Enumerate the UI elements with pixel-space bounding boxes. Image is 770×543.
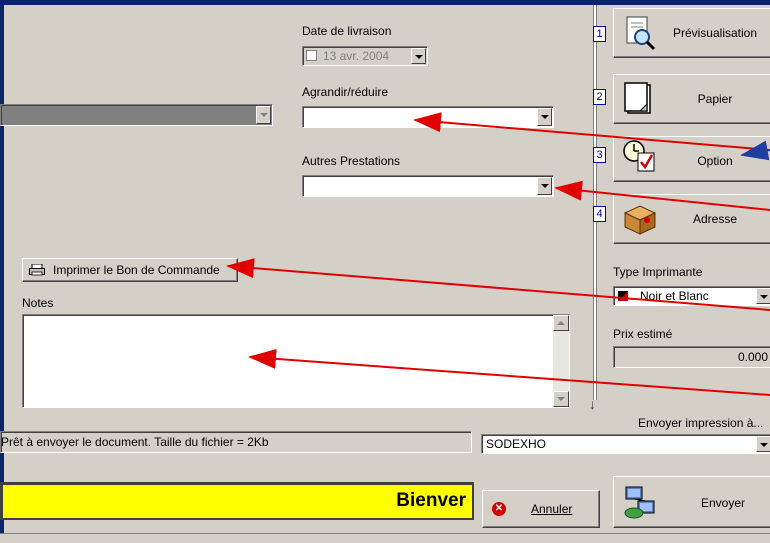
left-disabled-combo <box>0 104 273 126</box>
printer-type-value: Noir et Blanc <box>640 289 709 303</box>
preview-button[interactable]: Prévisualisation <box>613 8 770 58</box>
notes-textarea[interactable] <box>22 314 570 408</box>
option-button[interactable]: Option <box>613 136 770 182</box>
status-text: Prêt à envoyer le document. Taille du fi… <box>1 435 269 449</box>
send-label: Envoyer <box>700 496 746 510</box>
scroll-up-icon[interactable] <box>553 315 569 331</box>
step-badge-2: 2 <box>593 89 606 105</box>
address-button[interactable]: Adresse <box>613 194 770 244</box>
autres-prestations-combo[interactable] <box>302 175 554 197</box>
address-label: Adresse <box>692 212 738 226</box>
network-computers-icon <box>624 486 655 519</box>
send-to-value: SODEXHO <box>486 437 547 451</box>
welcome-banner: Bienver <box>0 482 474 520</box>
preview-label: Prévisualisation <box>672 26 758 40</box>
chevron-down-icon[interactable] <box>537 177 552 195</box>
delivery-date-picker[interactable]: 13 avr. 2004 <box>302 46 428 66</box>
send-to-label: Envoyer impression à... <box>638 416 764 430</box>
price-label: Prix estimé <box>613 327 673 341</box>
send-to-combo[interactable]: SODEXHO <box>481 434 770 454</box>
printer-type-select[interactable]: Noir et Blanc <box>613 286 770 306</box>
paper-button[interactable]: Papier <box>613 74 770 124</box>
paper-sheet-icon <box>624 82 651 114</box>
color-mode-icon <box>618 291 628 301</box>
cancel-button[interactable]: ✕ Annuler <box>482 490 600 528</box>
notes-label: Notes <box>22 296 54 310</box>
step-badge-4: 4 <box>593 206 606 222</box>
agrandir-label: Agrandir/réduire <box>302 85 389 99</box>
close-icon: ✕ <box>492 502 506 516</box>
welcome-text: Bienver <box>396 490 466 511</box>
window-bottom-edge <box>0 533 770 543</box>
agrandir-combo[interactable] <box>302 106 554 128</box>
date-value: 13 avr. 2004 <box>323 49 390 63</box>
printer-icon <box>29 264 45 276</box>
price-value: 0.000 <box>737 350 768 364</box>
splitter-arrow-icon: ↓ <box>589 396 596 412</box>
price-field: 0.000 <box>613 346 770 368</box>
chevron-down-icon[interactable] <box>756 288 770 304</box>
print-order-button[interactable]: Imprimer le Bon de Commande <box>22 258 238 282</box>
chevron-down-icon <box>256 106 271 124</box>
printer-type-label: Type Imprimante <box>613 265 703 279</box>
send-button[interactable]: Envoyer <box>613 476 770 528</box>
chevron-down-icon[interactable] <box>756 436 770 452</box>
chevron-down-icon[interactable] <box>411 48 426 64</box>
status-bar: Prêt à envoyer le document. Taille du fi… <box>0 431 472 453</box>
autres-label: Autres Prestations <box>302 154 401 168</box>
chevron-down-icon[interactable] <box>537 108 552 126</box>
notes-scrollbar[interactable] <box>553 315 569 407</box>
step-badge-3: 3 <box>593 147 606 163</box>
option-label: Option <box>697 154 733 168</box>
date-label: Date de livraison <box>302 24 392 38</box>
clock-check-icon <box>623 140 655 172</box>
date-checkbox[interactable] <box>306 50 317 61</box>
paper-label: Papier <box>697 92 733 106</box>
package-icon <box>623 205 657 235</box>
window-top-border <box>0 0 770 5</box>
cancel-label: Annuler <box>531 502 573 516</box>
window-left-border <box>0 0 4 543</box>
scroll-down-icon[interactable] <box>553 391 569 407</box>
magnifier-page-icon <box>626 16 656 51</box>
step-badge-1: 1 <box>593 26 606 42</box>
print-order-label: Imprimer le Bon de Commande <box>53 263 220 277</box>
